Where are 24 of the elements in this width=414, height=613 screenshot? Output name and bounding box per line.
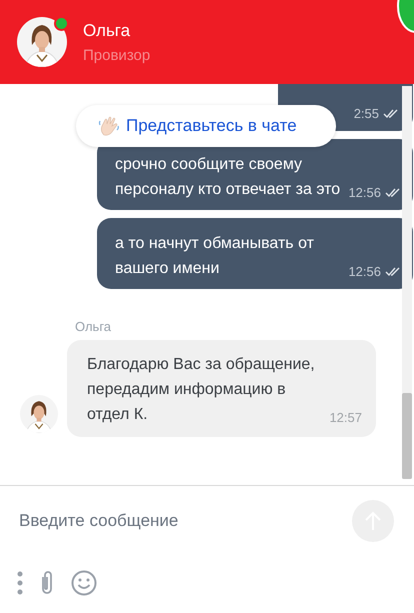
waving-hand-icon bbox=[98, 115, 120, 137]
operator-name: Ольга bbox=[83, 20, 132, 40]
smiley-icon bbox=[71, 570, 97, 596]
attach-button[interactable] bbox=[39, 570, 55, 596]
message-text: а то начнут обманывать от вашего имени bbox=[115, 234, 315, 279]
message-time: 12:56 bbox=[348, 264, 381, 279]
more-icon bbox=[17, 571, 23, 595]
scrollbar-thumb[interactable] bbox=[402, 393, 412, 479]
scrollbar[interactable] bbox=[402, 86, 412, 479]
message-text: срочно сообщите своему персоналу кто отвечает за это bbox=[115, 155, 342, 200]
read-ticks-icon bbox=[385, 188, 401, 198]
paperclip-icon bbox=[39, 570, 55, 596]
sender-name: Ольга bbox=[75, 319, 112, 334]
read-ticks-icon bbox=[385, 266, 401, 276]
emoji-button[interactable] bbox=[71, 570, 97, 596]
message-time: 12:57 bbox=[329, 410, 362, 425]
message-time: 2:55 bbox=[354, 106, 379, 121]
message-text: Благодарю Вас за обращение, передадим информацию в отдел К. bbox=[87, 355, 316, 425]
introduce-prompt[interactable]: Представьтесь в чате bbox=[76, 105, 336, 147]
read-ticks-icon bbox=[383, 108, 399, 118]
prompt-text: Представьтесь в чате bbox=[126, 116, 297, 136]
message-time: 12:56 bbox=[348, 185, 381, 200]
more-button[interactable] bbox=[17, 571, 23, 595]
operator-role: Провизор bbox=[83, 46, 150, 64]
